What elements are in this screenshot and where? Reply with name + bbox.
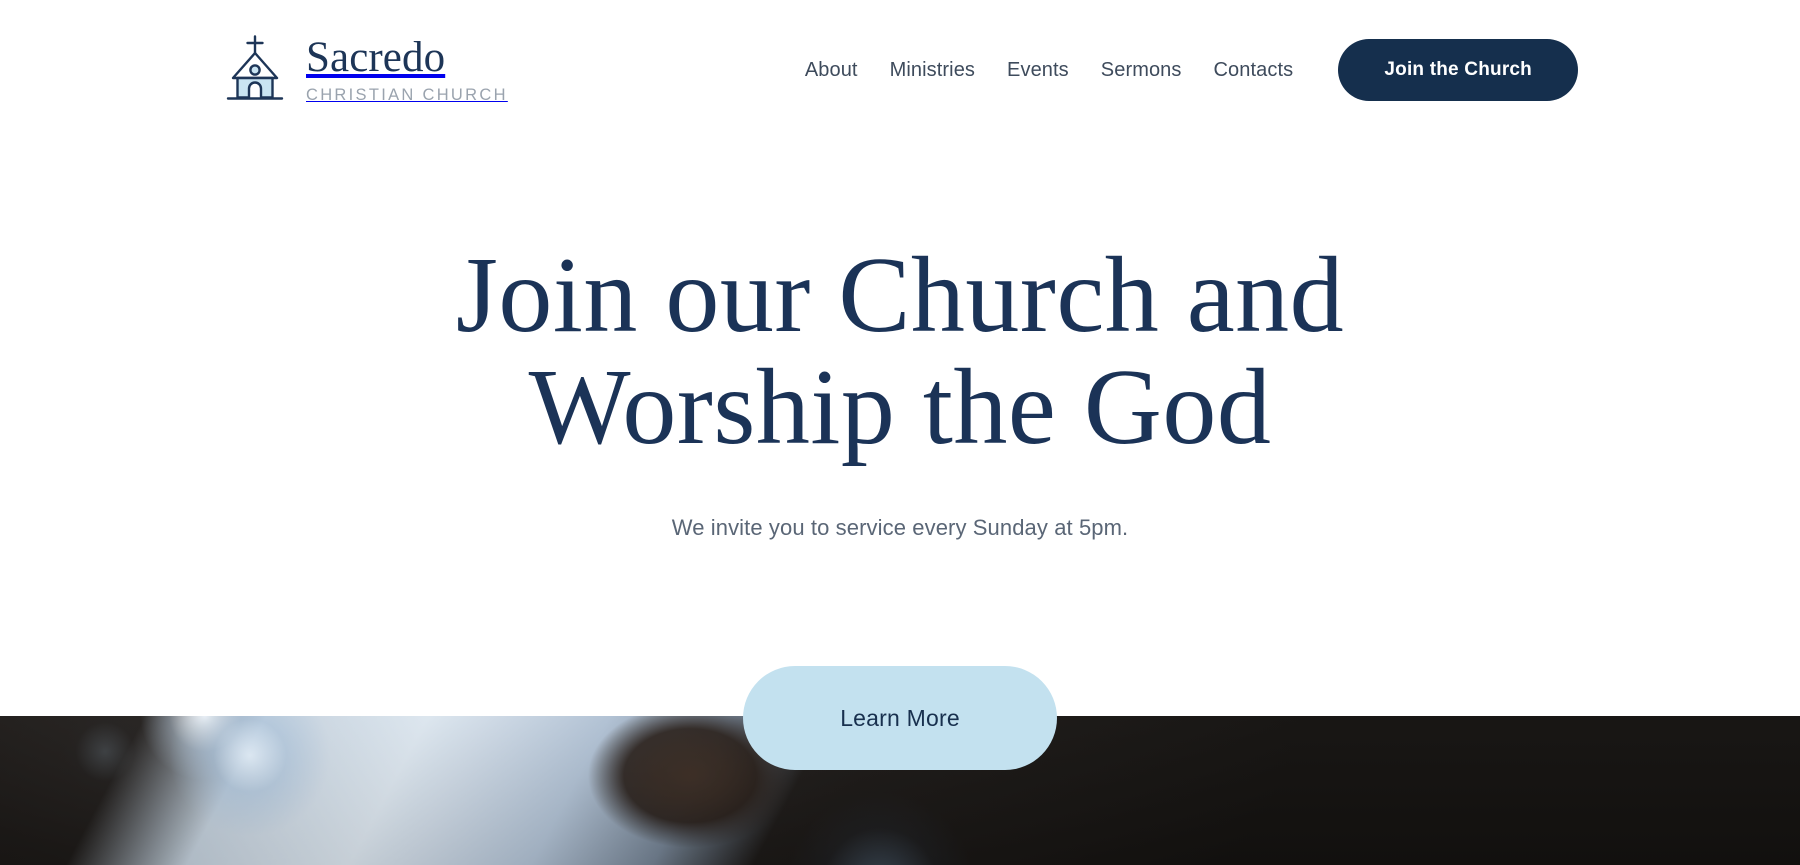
hero-section: Join our Church and Worship the God We i… — [0, 140, 1800, 725]
join-the-church-button[interactable]: Join the Church — [1338, 39, 1578, 101]
hero-title: Join our Church and Worship the God — [0, 236, 1800, 468]
site-header: Sacredo CHRISTIAN CHURCH About Ministrie… — [0, 0, 1800, 140]
hero-title-line-2: Worship the God — [528, 348, 1272, 468]
landing-page: Sacredo CHRISTIAN CHURCH About Ministrie… — [0, 0, 1800, 865]
main-nav: About Ministries Events Sermons Contacts — [803, 55, 1295, 86]
nav-item-events[interactable]: Events — [1005, 55, 1071, 86]
brand-name: Sacredo — [306, 33, 446, 81]
hero-subtitle: We invite you to service every Sunday at… — [671, 514, 1129, 540]
nav-item-contacts[interactable]: Contacts — [1212, 55, 1296, 86]
hero-title-line-1: Join our Church and — [455, 236, 1345, 355]
nav-item-sermons[interactable]: Sermons — [1099, 55, 1184, 86]
nav-item-about[interactable]: About — [803, 55, 860, 86]
church-icon — [222, 33, 288, 107]
brand-text: Sacredo CHRISTIAN CHURCH — [306, 36, 508, 105]
nav-item-ministries[interactable]: Ministries — [888, 55, 977, 86]
brand-tagline: CHRISTIAN CHURCH — [306, 85, 508, 104]
learn-more-button[interactable]: Learn More — [743, 666, 1057, 770]
brand-logo-link[interactable]: Sacredo CHRISTIAN CHURCH — [222, 33, 508, 107]
